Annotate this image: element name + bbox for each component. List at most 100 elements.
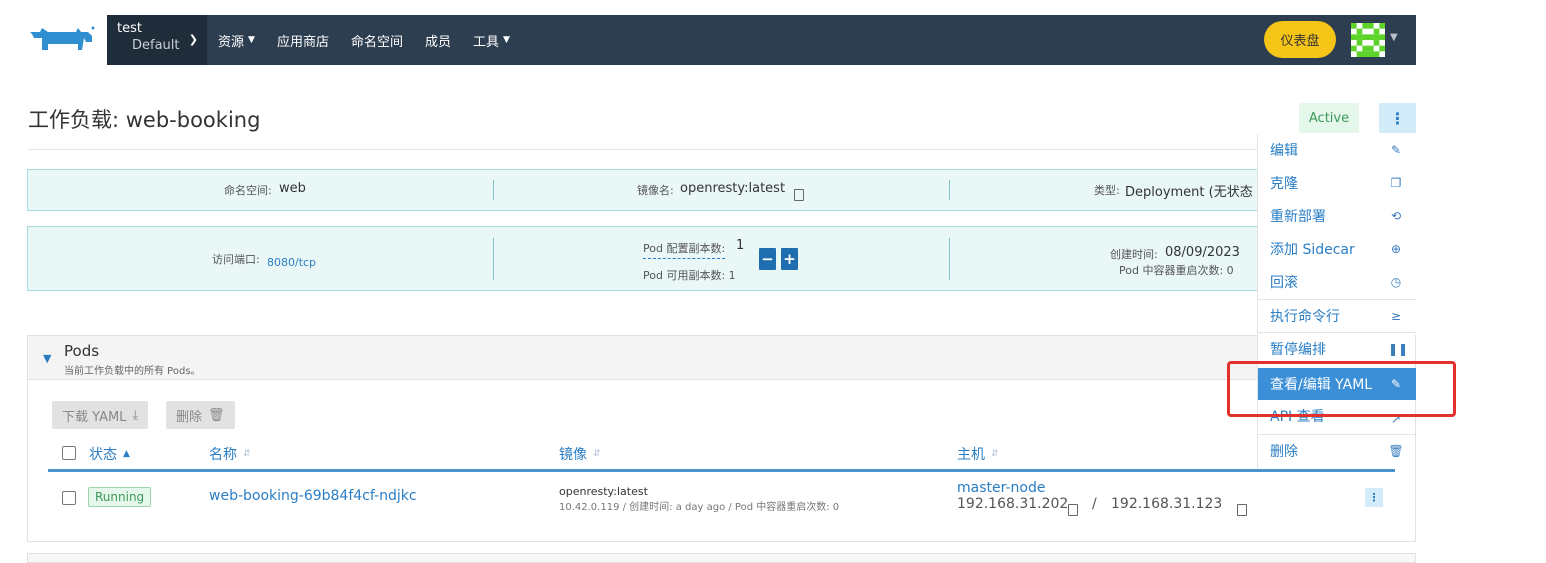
ip-separator: / [1092,496,1097,512]
column-header-host[interactable]: 主机 ⇵ [957,444,999,464]
pod-image: openresty:latest [559,485,648,498]
workload-info-box: 命名空间: web 镜像名: openresty:latest 类型: Depl… [27,169,1267,211]
divider [949,180,950,200]
table-header-underline [48,469,1395,472]
menu-item-pause[interactable]: 暂停编排 ❚❚ [1258,333,1416,364]
column-header-status[interactable]: 状态 ▲ [89,444,130,464]
delete-button[interactable]: 删除 🗑 [166,401,235,429]
collapse-triangle-icon[interactable]: ▼ [43,352,51,365]
menu-item-label: 删除 [1270,443,1298,460]
copy-icon[interactable] [1237,500,1251,516]
menu-item-edit[interactable]: 编辑 ✎ [1258,134,1416,165]
menu-item-label: 回滚 [1270,274,1298,291]
column-label: 状态 [89,447,117,463]
divider [28,149,1268,150]
image-value: openresty:latest [680,181,786,196]
select-all-checkbox[interactable] [62,446,76,460]
nav-tools[interactable]: 工具 ▼ [462,15,521,65]
pod-image-detail: 10.42.0.119 / 创建时间: a day ago / Pod 中容器重… [559,502,840,513]
host-link[interactable]: master-node [957,480,1045,496]
pods-header[interactable]: ▼ Pods 当前工作负载中的所有 Pods。 [28,336,1415,380]
button-label: 删除 [176,409,203,425]
column-header-name[interactable]: 名称 ⇵ [209,444,251,464]
column-label: 镜像 [559,447,587,463]
sort-icon: ⇵ [243,449,251,459]
host-ip: 192.168.31.123 [1111,496,1223,512]
chevron-down-icon[interactable]: ▼ [1390,32,1398,43]
divider [949,238,950,280]
download-yaml-button[interactable]: 下载 YAML ⤓ [52,401,149,429]
row-actions-button[interactable]: ⋮ [1365,488,1383,507]
nav-label: 工具 [472,34,499,50]
sort-icon: ⇵ [991,449,999,459]
chevron-down-icon: ▼ [503,35,510,45]
host-ip: 192.168.31.202 [957,496,1069,512]
port-link[interactable]: 8080/tcp [267,256,316,269]
menu-item-label: 添加 Sidecar [1270,241,1355,258]
pencil-icon: ✎ [1390,142,1402,157]
replicas-value: 1 [736,238,745,253]
copy-icon[interactable] [794,185,807,201]
nav-resources[interactable]: 资源 ▼ [207,15,266,65]
replicas-label: Pod 配置副本数: [643,240,726,259]
available-replicas: Pod 可用副本数: 1 [643,269,736,282]
chevron-down-icon: ▼ [248,35,255,45]
terminal-icon: ≥ [1390,308,1402,323]
nav-app-store[interactable]: 应用商店 [266,15,340,65]
copy-icon[interactable] [1068,500,1081,516]
chevron-down-icon: ❯ [188,33,198,46]
sort-icon: ⇵ [593,449,601,459]
rancher-logo[interactable] [26,24,96,58]
dashboard-button[interactable]: 仪表盘 [1264,21,1336,58]
nav-label: 命名空间 [350,34,403,50]
menu-item-label: 克隆 [1270,175,1298,192]
copy-icon: ❐ [1390,175,1402,190]
created-label: 创建时间: [1110,248,1158,261]
menu-item-label: 执行命令行 [1270,308,1340,325]
workload-detail-box: 访问端口: 8080/tcp Pod 配置副本数: 1 Pod 可用副本数: 1… [27,226,1267,291]
page-title: 工作负载: web-booking [28,108,261,132]
pod-name-link[interactable]: web-booking-69b84f4cf-ndjkc [209,488,417,504]
menu-item-execute-shell[interactable]: 执行命令行 ≥ [1258,300,1416,331]
menu-item-delete[interactable]: 删除 🗑 [1258,435,1416,466]
menu-item-clone[interactable]: 克隆 ❐ [1258,167,1416,198]
highlight-annotation [1227,361,1456,417]
status-badge: Active [1299,103,1359,133]
created-value: 08/09/2023 [1165,245,1240,260]
pods-section: ▼ Pods 当前工作负载中的所有 Pods。 下载 YAML ⤓ 删除 🗑 状… [27,335,1416,542]
status-badge: Running [88,487,152,507]
namespace-label: 命名空间: [224,184,272,197]
nav-label: 成员 [424,34,451,50]
redeploy-icon: ⟲ [1390,208,1402,223]
actions-menu-button[interactable]: ⋮ [1379,103,1416,133]
actions-dropdown-menu: 编辑 ✎ 克隆 ❐ 重新部署 ⟲ 添加 Sidecar ⊕ 回滚 ◷ 执行命令行… [1257,134,1416,468]
trash-icon: 🗑 [208,407,225,423]
nav-namespaces[interactable]: 命名空间 [340,15,414,65]
pods-subtitle: 当前工作负载中的所有 Pods。 [64,366,201,377]
divider [493,180,494,200]
restart-count: Pod 中容器重启次数: 0 [1119,264,1234,277]
trash-icon: 🗑 [1388,443,1404,458]
divider [493,238,494,280]
image-label: 镜像名: [637,184,674,197]
scale-down-button[interactable]: − [759,248,776,270]
type-value: Deployment (无状态 [1125,185,1253,200]
cluster-project-switcher[interactable]: test Default ❯ [107,15,207,65]
download-icon: ⤓ [132,407,139,423]
menu-item-rollback[interactable]: 回滚 ◷ [1258,266,1416,297]
top-navigation-bar: test Default ❯ 资源 ▼ 应用商店 命名空间 成员 工具 ▼ 仪表… [107,15,1416,65]
main-nav: 资源 ▼ 应用商店 命名空间 成员 工具 ▼ [207,15,521,65]
menu-item-label: 暂停编排 [1270,341,1326,358]
nav-label: 资源 [218,34,245,50]
menu-item-redeploy[interactable]: 重新部署 ⟲ [1258,200,1416,231]
namespace-value: web [279,181,306,196]
user-avatar[interactable] [1350,23,1386,57]
scale-up-button[interactable]: + [781,248,798,270]
nav-members[interactable]: 成员 [414,15,462,65]
menu-item-label: 编辑 [1270,142,1298,159]
button-label: 下载 YAML [62,409,127,425]
row-checkbox[interactable] [62,491,76,505]
menu-item-label: 重新部署 [1270,208,1326,225]
column-header-image[interactable]: 镜像 ⇵ [559,444,601,464]
menu-item-add-sidecar[interactable]: 添加 Sidecar ⊕ [1258,233,1416,264]
